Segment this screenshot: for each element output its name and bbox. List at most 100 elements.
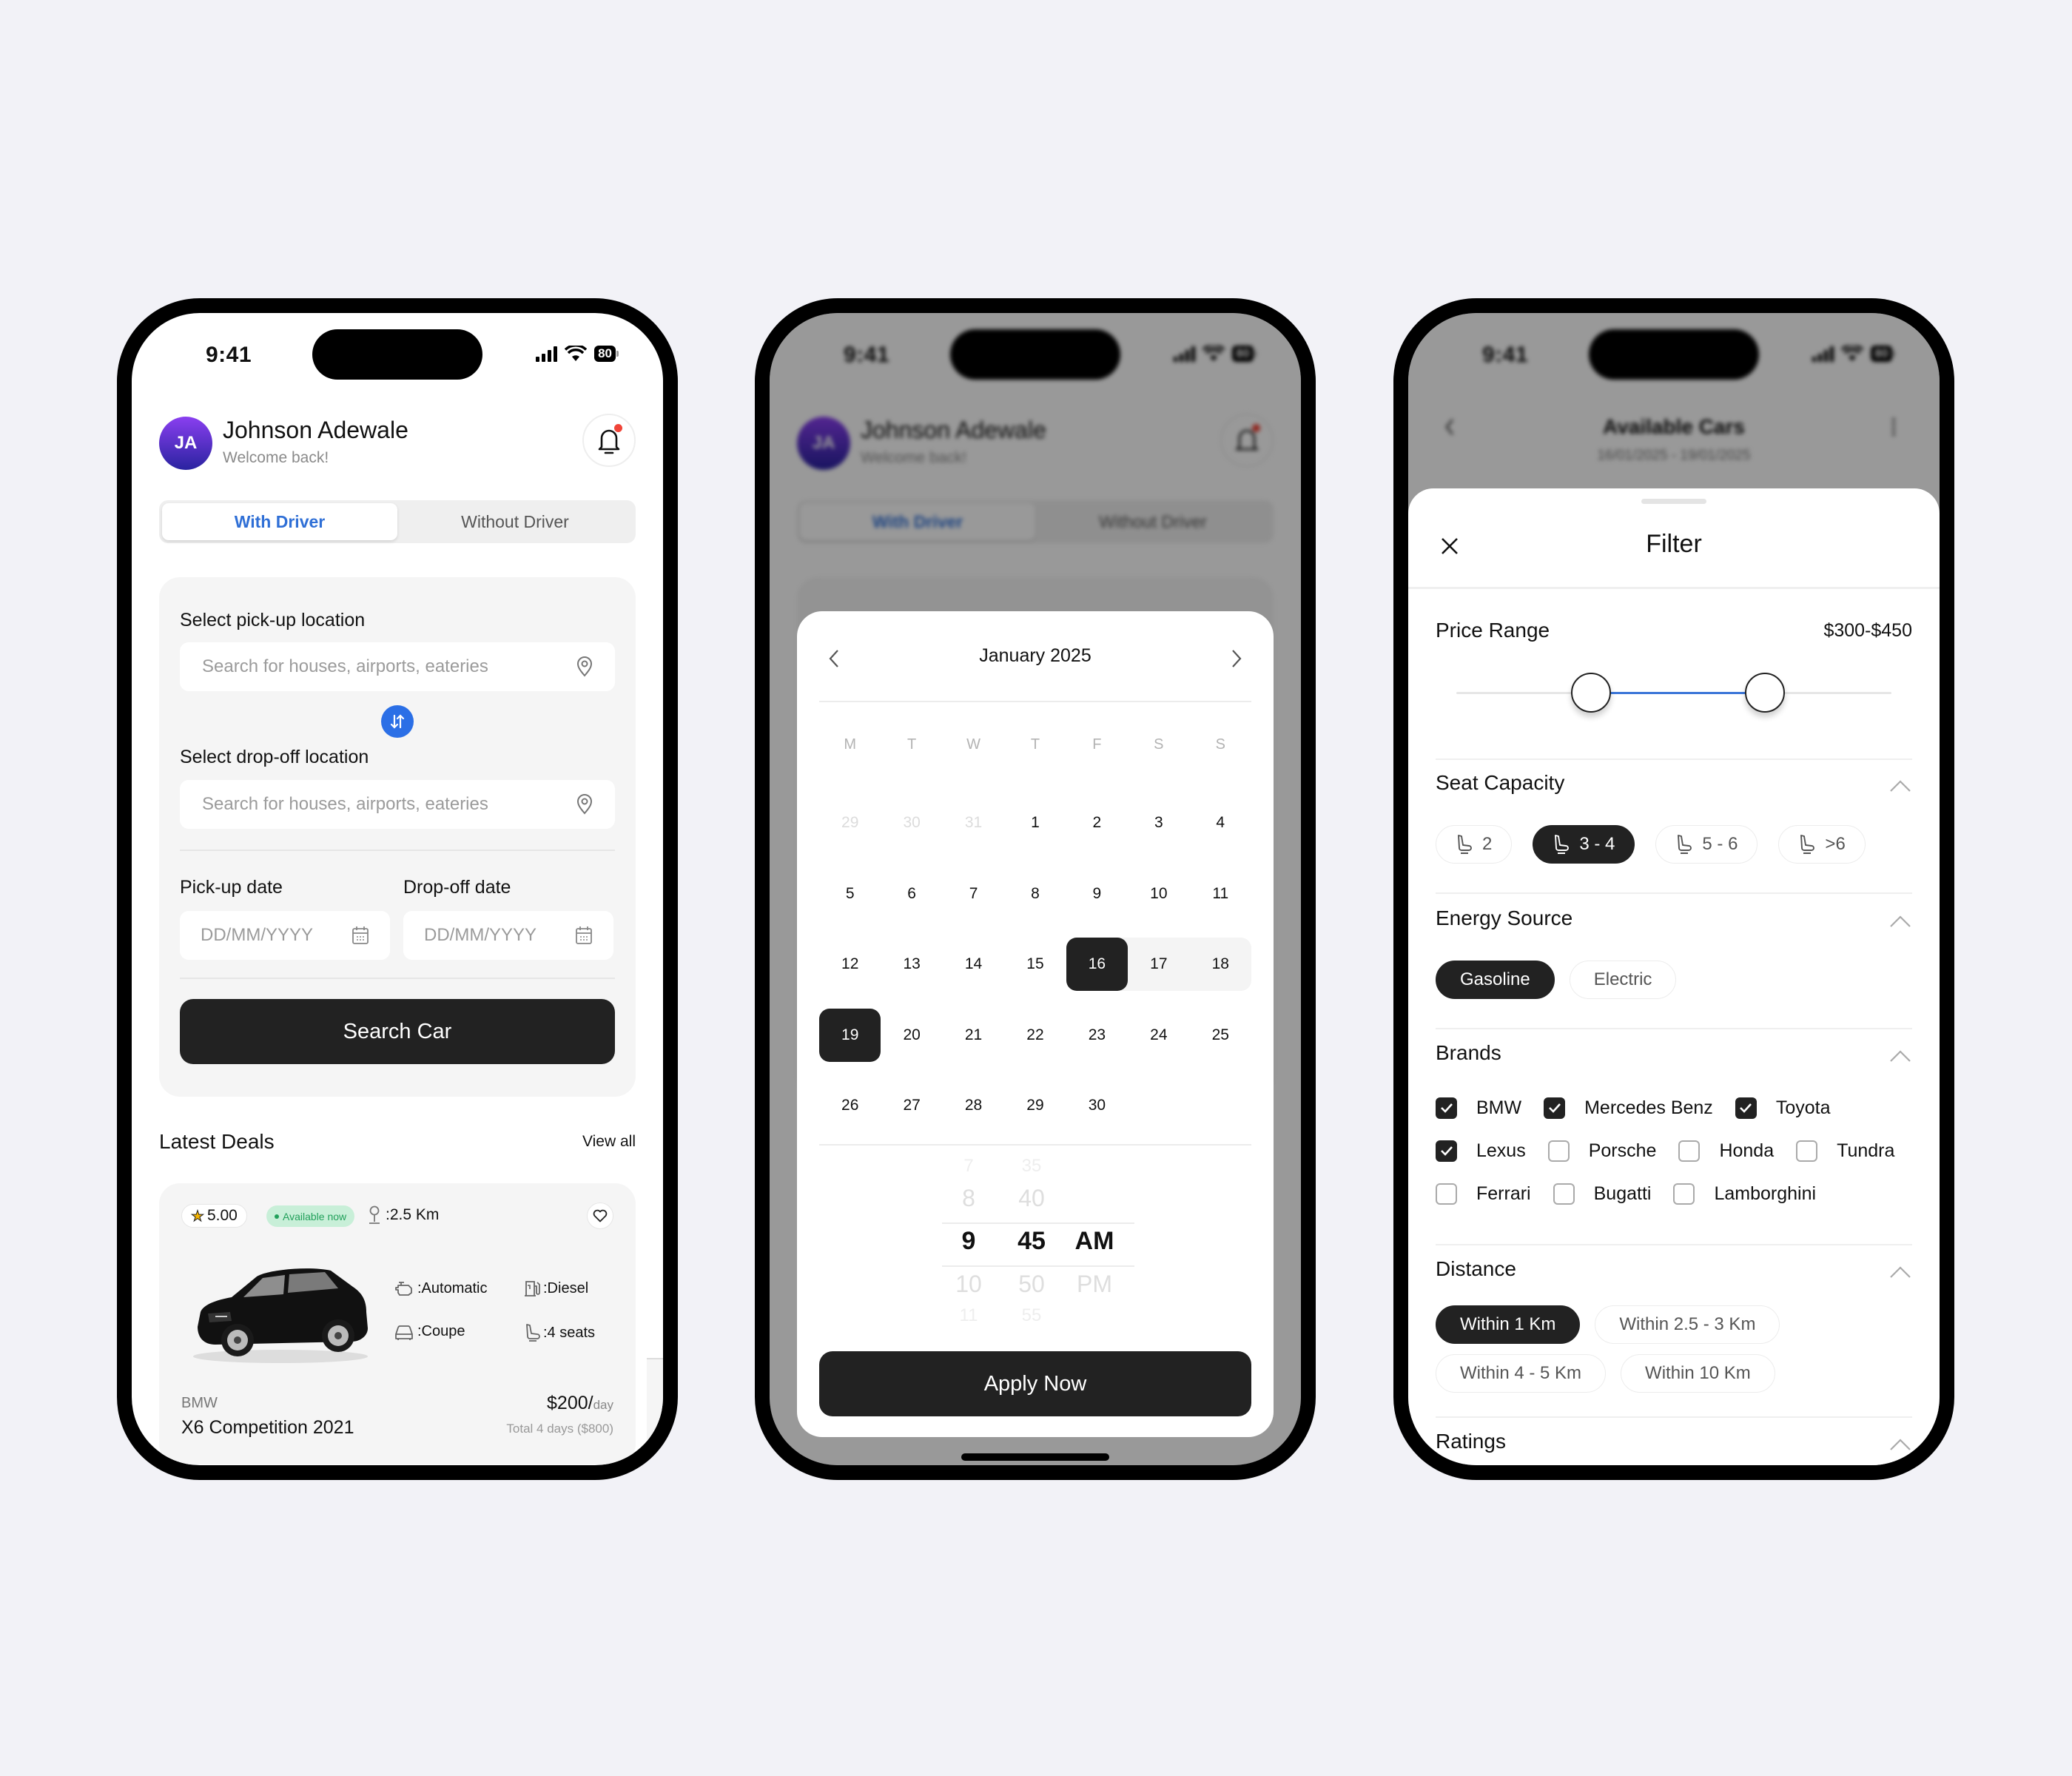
next-month-button[interactable] xyxy=(1222,644,1251,673)
brand-checkbox-item[interactable]: BMW xyxy=(1436,1097,1521,1119)
energy-option-chip[interactable]: Electric xyxy=(1569,961,1677,999)
calendar-day[interactable]: 9 xyxy=(1066,867,1128,921)
time-value[interactable] xyxy=(1065,1159,1124,1177)
seat-option-chip[interactable]: 3 - 4 xyxy=(1533,825,1635,864)
price-max-handle[interactable] xyxy=(1745,673,1786,713)
calendar-day[interactable]: 20 xyxy=(881,1009,942,1062)
checkbox-checked[interactable] xyxy=(1436,1140,1457,1162)
calendar-day[interactable]: 13 xyxy=(881,938,942,991)
minute-wheel[interactable]: 35 40 45 50 55 xyxy=(1002,1159,1061,1323)
calendar-day[interactable]: 23 xyxy=(1066,1009,1128,1062)
time-value-selected[interactable]: AM xyxy=(1065,1220,1124,1262)
calendar-day[interactable]: 2 xyxy=(1066,796,1128,850)
calendar-day[interactable]: 29 xyxy=(1004,1079,1066,1132)
seat-option-chip[interactable]: >6 xyxy=(1778,825,1866,864)
time-value[interactable]: 10 xyxy=(939,1262,998,1305)
tab-without-driver[interactable]: Without Driver xyxy=(397,503,633,540)
chevron-up-icon[interactable] xyxy=(1888,914,1912,929)
checkbox-checked[interactable] xyxy=(1544,1097,1566,1119)
time-value[interactable]: PM xyxy=(1065,1262,1124,1305)
calendar-day[interactable]: 7 xyxy=(943,867,1004,921)
calendar-day[interactable]: 24 xyxy=(1128,1009,1189,1062)
calendar-day[interactable]: 12 xyxy=(819,938,881,991)
pickup-date-input[interactable]: DD/MM/YYYY xyxy=(180,911,390,960)
calendar-day[interactable]: 4 xyxy=(1190,796,1251,850)
calendar-day[interactable]: 30 xyxy=(1066,1079,1128,1132)
brand-checkbox-item[interactable]: Lamborghini xyxy=(1673,1183,1816,1205)
chevron-up-icon[interactable] xyxy=(1888,1049,1912,1063)
brand-checkbox-item[interactable]: Honda xyxy=(1678,1140,1774,1162)
brand-checkbox-item[interactable]: Bugatti xyxy=(1553,1183,1651,1205)
price-range-slider[interactable] xyxy=(1456,673,1891,713)
time-value[interactable]: 55 xyxy=(1002,1305,1061,1323)
distance-option-chip[interactable]: Within 2.5 - 3 Km xyxy=(1595,1305,1780,1344)
time-value[interactable] xyxy=(1065,1177,1124,1220)
calendar-day[interactable]: 5 xyxy=(819,867,881,921)
calendar-day[interactable]: 28 xyxy=(943,1079,1004,1132)
calendar-day[interactable]: 22 xyxy=(1004,1009,1066,1062)
calendar-day[interactable]: 27 xyxy=(881,1079,942,1132)
time-value[interactable] xyxy=(1065,1305,1124,1323)
time-value[interactable]: 8 xyxy=(939,1177,998,1220)
search-car-button[interactable]: Search Car xyxy=(180,999,615,1064)
checkbox-unchecked[interactable] xyxy=(1796,1140,1818,1162)
view-all-link[interactable]: View all xyxy=(582,1133,636,1151)
calendar-day[interactable]: 26 xyxy=(819,1079,881,1132)
checkbox-unchecked[interactable] xyxy=(1678,1140,1701,1162)
calendar-day[interactable]: 29 xyxy=(819,796,881,850)
time-value[interactable]: 11 xyxy=(939,1305,998,1323)
sheet-grabber[interactable] xyxy=(1641,499,1706,504)
calendar-day[interactable]: 14 xyxy=(943,938,1004,991)
brand-checkbox-item[interactable]: Toyota xyxy=(1735,1097,1830,1119)
brand-checkbox-item[interactable]: Porsche xyxy=(1547,1140,1656,1162)
hour-wheel[interactable]: 7 8 9 10 11 xyxy=(939,1159,998,1323)
chevron-up-icon[interactable] xyxy=(1888,1437,1912,1452)
calendar-day[interactable]: 3 xyxy=(1128,796,1189,850)
calendar-day[interactable]: 11 xyxy=(1190,867,1251,921)
calendar-day[interactable]: 30 xyxy=(881,796,942,850)
brand-checkbox-item[interactable]: Ferrari xyxy=(1436,1183,1531,1205)
price-min-handle[interactable] xyxy=(1571,673,1612,713)
period-wheel[interactable]: AM PM xyxy=(1065,1159,1124,1323)
calendar-day-selected[interactable]: 16 xyxy=(1066,938,1128,991)
next-deal-card-peek[interactable] xyxy=(647,1358,663,1465)
swap-locations-button[interactable] xyxy=(381,705,414,738)
energy-option-chip[interactable]: Gasoline xyxy=(1436,961,1555,999)
calendar-day[interactable]: 17 xyxy=(1128,938,1189,991)
brand-checkbox-item[interactable]: Lexus xyxy=(1436,1140,1526,1162)
calendar-day[interactable]: 18 xyxy=(1190,938,1251,991)
time-value[interactable]: 7 xyxy=(939,1159,998,1177)
seat-option-chip[interactable]: 2 xyxy=(1436,825,1513,864)
avatar[interactable]: JA xyxy=(159,417,212,470)
calendar-day[interactable]: 10 xyxy=(1128,867,1189,921)
time-value[interactable]: 35 xyxy=(1002,1159,1061,1177)
checkbox-unchecked[interactable] xyxy=(1547,1140,1570,1162)
calendar-day[interactable]: 25 xyxy=(1190,1009,1251,1062)
time-picker[interactable]: 7 8 9 10 11 35 40 45 50 55 AM PM xyxy=(797,1159,1274,1329)
chevron-up-icon[interactable] xyxy=(1888,778,1912,793)
time-value[interactable]: 40 xyxy=(1002,1177,1061,1220)
apply-now-button[interactable]: Apply Now xyxy=(819,1351,1251,1416)
checkbox-unchecked[interactable] xyxy=(1436,1183,1457,1205)
distance-option-chip[interactable]: Within 4 - 5 Km xyxy=(1436,1354,1607,1393)
tab-with-driver[interactable]: With Driver xyxy=(162,503,397,540)
checkbox-checked[interactable] xyxy=(1735,1097,1757,1119)
time-value-selected[interactable]: 45 xyxy=(1002,1220,1061,1262)
deal-card[interactable]: ★ 5.00 Available now :2.5 Km:Automatic … xyxy=(159,1183,636,1464)
chevron-up-icon[interactable] xyxy=(1888,1265,1912,1279)
calendar-day-selected[interactable]: 19 xyxy=(819,1008,881,1062)
checkbox-checked[interactable] xyxy=(1436,1097,1457,1119)
dropoff-location-input[interactable]: Search for houses, airports, eateries xyxy=(180,780,615,829)
checkbox-unchecked[interactable] xyxy=(1553,1183,1575,1205)
seat-option-chip[interactable]: 5 - 6 xyxy=(1655,825,1758,864)
time-value[interactable]: 50 xyxy=(1002,1262,1061,1305)
dropoff-date-input[interactable]: DD/MM/YYYY xyxy=(403,911,613,960)
distance-option-chip[interactable]: Within 1 Km xyxy=(1436,1305,1581,1344)
pickup-location-input[interactable]: Search for houses, airports, eateries xyxy=(180,642,615,691)
checkbox-unchecked[interactable] xyxy=(1673,1183,1695,1205)
brand-checkbox-item[interactable]: Tundra xyxy=(1796,1140,1894,1162)
calendar-day[interactable]: 1 xyxy=(1004,796,1066,850)
calendar-day[interactable]: 31 xyxy=(943,796,1004,850)
distance-option-chip[interactable]: Within 10 Km xyxy=(1621,1354,1775,1393)
calendar-day[interactable]: 21 xyxy=(943,1009,1004,1062)
